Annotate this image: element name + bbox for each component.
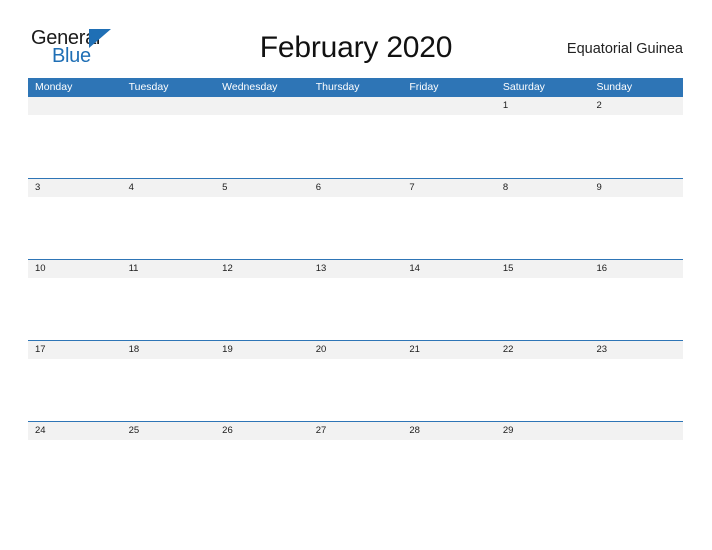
- day-cell[interactable]: [122, 97, 216, 115]
- day-cell[interactable]: 29: [496, 422, 590, 440]
- day-cell[interactable]: 17: [28, 341, 122, 359]
- date-band: 1 2: [28, 97, 683, 115]
- day-cell[interactable]: 27: [309, 422, 403, 440]
- day-cell[interactable]: 7: [402, 179, 496, 197]
- week-notes-area[interactable]: [28, 115, 683, 177]
- week-row: 24 25 26 27 28 29: [28, 421, 683, 502]
- day-cell[interactable]: 20: [309, 341, 403, 359]
- day-cell[interactable]: 24: [28, 422, 122, 440]
- week-notes-area[interactable]: [28, 197, 683, 259]
- day-cell[interactable]: 26: [215, 422, 309, 440]
- day-cell[interactable]: 9: [589, 179, 683, 197]
- day-cell[interactable]: [402, 97, 496, 115]
- day-cell[interactable]: 28: [402, 422, 496, 440]
- day-cell[interactable]: 1: [496, 97, 590, 115]
- day-cell[interactable]: 5: [215, 179, 309, 197]
- date-band: 17 18 19 20 21 22 23: [28, 341, 683, 359]
- date-band: 3 4 5 6 7 8 9: [28, 179, 683, 197]
- country-label: Equatorial Guinea: [566, 41, 683, 57]
- weekday-header-sunday: Sunday: [596, 81, 633, 93]
- day-cell[interactable]: 2: [589, 97, 683, 115]
- day-cell[interactable]: 22: [496, 341, 590, 359]
- calendar-page: General Blue February 2020 Equatorial Gu…: [0, 0, 712, 550]
- weekday-header-friday: Friday: [409, 81, 439, 93]
- day-cell[interactable]: [28, 97, 122, 115]
- weekday-header-saturday: Saturday: [502, 81, 545, 93]
- day-cell[interactable]: 25: [122, 422, 216, 440]
- day-cell[interactable]: 16: [589, 260, 683, 278]
- day-cell[interactable]: 12: [215, 260, 309, 278]
- day-cell[interactable]: [309, 97, 403, 115]
- calendar-grid: Monday Tuesday Wednesday Thursday Friday…: [28, 78, 683, 502]
- weekday-header-wednesday: Wednesday: [222, 81, 278, 93]
- day-cell[interactable]: 21: [402, 341, 496, 359]
- week-row: 3 4 5 6 7 8 9: [28, 178, 683, 259]
- page-header: General Blue February 2020 Equatorial Gu…: [0, 0, 712, 78]
- day-cell[interactable]: 6: [309, 179, 403, 197]
- weekday-header-thursday: Thursday: [315, 81, 360, 93]
- week-notes-area[interactable]: [28, 278, 683, 340]
- day-cell[interactable]: 13: [309, 260, 403, 278]
- date-band: 24 25 26 27 28 29: [28, 422, 683, 440]
- day-cell[interactable]: 23: [589, 341, 683, 359]
- weekday-header-monday: Monday: [35, 81, 73, 93]
- day-cell[interactable]: 4: [122, 179, 216, 197]
- day-cell[interactable]: 15: [496, 260, 590, 278]
- week-row: 1 2: [28, 97, 683, 178]
- day-cell[interactable]: 19: [215, 341, 309, 359]
- weekday-header-tuesday: Tuesday: [128, 81, 169, 93]
- week-row: 17 18 19 20 21 22 23: [28, 340, 683, 421]
- week-notes-area[interactable]: [28, 359, 683, 421]
- day-cell[interactable]: [215, 97, 309, 115]
- day-cell[interactable]: 8: [496, 179, 590, 197]
- week-row: 10 11 12 13 14 15 16: [28, 259, 683, 340]
- day-cell[interactable]: 14: [402, 260, 496, 278]
- day-cell[interactable]: 3: [28, 179, 122, 197]
- day-cell[interactable]: [589, 422, 683, 440]
- day-cell[interactable]: 11: [122, 260, 216, 278]
- day-cell[interactable]: 10: [28, 260, 122, 278]
- day-cell[interactable]: 18: [122, 341, 216, 359]
- weekday-header-row: Monday Tuesday Wednesday Thursday Friday…: [28, 78, 683, 97]
- week-notes-area[interactable]: [28, 440, 683, 502]
- date-band: 10 11 12 13 14 15 16: [28, 260, 683, 278]
